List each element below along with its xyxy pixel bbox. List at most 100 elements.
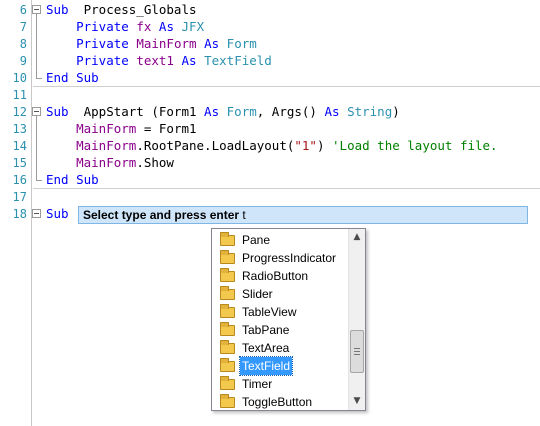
code-token: 'Load the layout file. [332, 138, 498, 153]
autocomplete-item[interactable]: Pane [214, 231, 348, 249]
line-number: 9 [19, 54, 27, 68]
line-number: 6 [19, 3, 27, 17]
autocomplete-item[interactable]: Slider [214, 285, 348, 303]
code-token: MainForm [76, 155, 137, 170]
code-token: Sub [46, 104, 69, 119]
autocomplete-item[interactable]: TextArea [214, 339, 348, 357]
autocomplete-item-label: ProgressIndicator [242, 251, 337, 265]
autocomplete-scrollbar[interactable]: ▲ ▼ [348, 229, 365, 410]
folder-icon [220, 304, 235, 318]
code-token: , Args() [256, 104, 325, 119]
folder-icon [220, 268, 235, 282]
autocomplete-item-label: TextArea [242, 341, 290, 355]
code-token: = Form1 [136, 121, 197, 136]
code-token: text1 [136, 53, 174, 68]
code-token: "1" [294, 138, 317, 153]
region-separator [33, 86, 540, 87]
code-token: Private [76, 19, 129, 34]
code-token: As [181, 53, 197, 68]
code-line: MainForm.Show [46, 155, 174, 171]
fold-bracket [36, 116, 37, 180]
line-number: 15 [12, 156, 27, 170]
code-token: String [347, 104, 393, 119]
line-number-gutter: 6 7 8 9 10 11 12 13 14 15 16 17 18 [0, 0, 30, 426]
code-token: End Sub [46, 70, 99, 85]
type-selector-input[interactable]: Select type and press enter t [78, 206, 528, 224]
fold-bracket-end [36, 180, 42, 181]
autocomplete-item-label: RadioButton [242, 269, 309, 283]
code-token: Private [76, 53, 129, 68]
code-line: Private fx As JFX [46, 19, 204, 35]
line-number: 11 [12, 88, 27, 102]
autocomplete-item-label: TextField [238, 356, 294, 376]
scroll-thumb[interactable] [350, 330, 364, 373]
scroll-down-arrow-icon[interactable]: ▼ [349, 393, 365, 410]
code-token: As [204, 104, 220, 119]
autocomplete-item-label: TabPane [242, 323, 290, 337]
folder-icon [220, 394, 235, 408]
code-token: Private [76, 36, 129, 51]
code-token: Form [226, 104, 257, 119]
line-number: 7 [19, 20, 27, 34]
code-line: Sub Process_Globals [46, 2, 197, 18]
type-selector-hint: Select type and press enter [83, 208, 240, 222]
line-number: 8 [19, 37, 27, 51]
folder-icon [220, 322, 235, 336]
autocomplete-item[interactable]: Timer [214, 375, 348, 393]
folder-icon [220, 286, 235, 300]
code-token: As [324, 104, 340, 119]
autocomplete-item-label: Slider [242, 287, 273, 301]
code-token: As [204, 36, 220, 51]
code-token: AppStart (Form1 [68, 104, 205, 119]
code-token: ) [392, 104, 400, 119]
region-separator [33, 188, 540, 189]
code-token: MainForm [136, 36, 197, 51]
autocomplete-item[interactable]: RadioButton [214, 267, 348, 285]
code-token: fx [136, 19, 152, 34]
code-token: MainForm [76, 138, 137, 153]
code-token: Sub [46, 2, 69, 17]
autocomplete-item[interactable]: TableView [214, 303, 348, 321]
code-token: TextField [204, 53, 272, 68]
autocomplete-item-label: ToggleButton [242, 395, 313, 409]
scroll-up-arrow-icon[interactable]: ▲ [349, 229, 365, 246]
autocomplete-item-label: Pane [242, 233, 271, 247]
code-token: .Show [136, 155, 174, 170]
folder-icon [220, 376, 235, 390]
code-line: End Sub [46, 172, 99, 188]
code-token: .RootPane.LoadLayout( [136, 138, 295, 153]
folder-icon [220, 232, 235, 246]
fold-toggle-icon[interactable] [32, 209, 41, 218]
fold-toggle-icon[interactable] [32, 5, 41, 14]
fold-toggle-icon[interactable] [32, 107, 41, 116]
autocomplete-item-label: Timer [242, 377, 273, 391]
autocomplete-item[interactable]: TabPane [214, 321, 348, 339]
autocomplete-item[interactable]: ProgressIndicator [214, 249, 348, 267]
typed-text: t [239, 208, 246, 222]
autocomplete-item[interactable]: ToggleButton [214, 393, 348, 411]
line-number: 18 [12, 207, 27, 221]
code-line: MainForm = Form1 [46, 121, 197, 137]
folder-icon [220, 250, 235, 264]
code-line: Sub AppStart (Form1 As Form, Args() As S… [46, 104, 400, 120]
fold-bracket [36, 14, 37, 78]
code-token: JFX [181, 19, 205, 34]
autocomplete-list[interactable]: Pane ProgressIndicator RadioButton Slider Ta… [211, 228, 366, 411]
line-number: 10 [12, 71, 27, 85]
autocomplete-item[interactable]: TextField [214, 356, 348, 376]
autocomplete-item-label: TableView [242, 305, 297, 319]
code-line: Sub [46, 206, 69, 222]
code-token: Form [226, 36, 257, 51]
